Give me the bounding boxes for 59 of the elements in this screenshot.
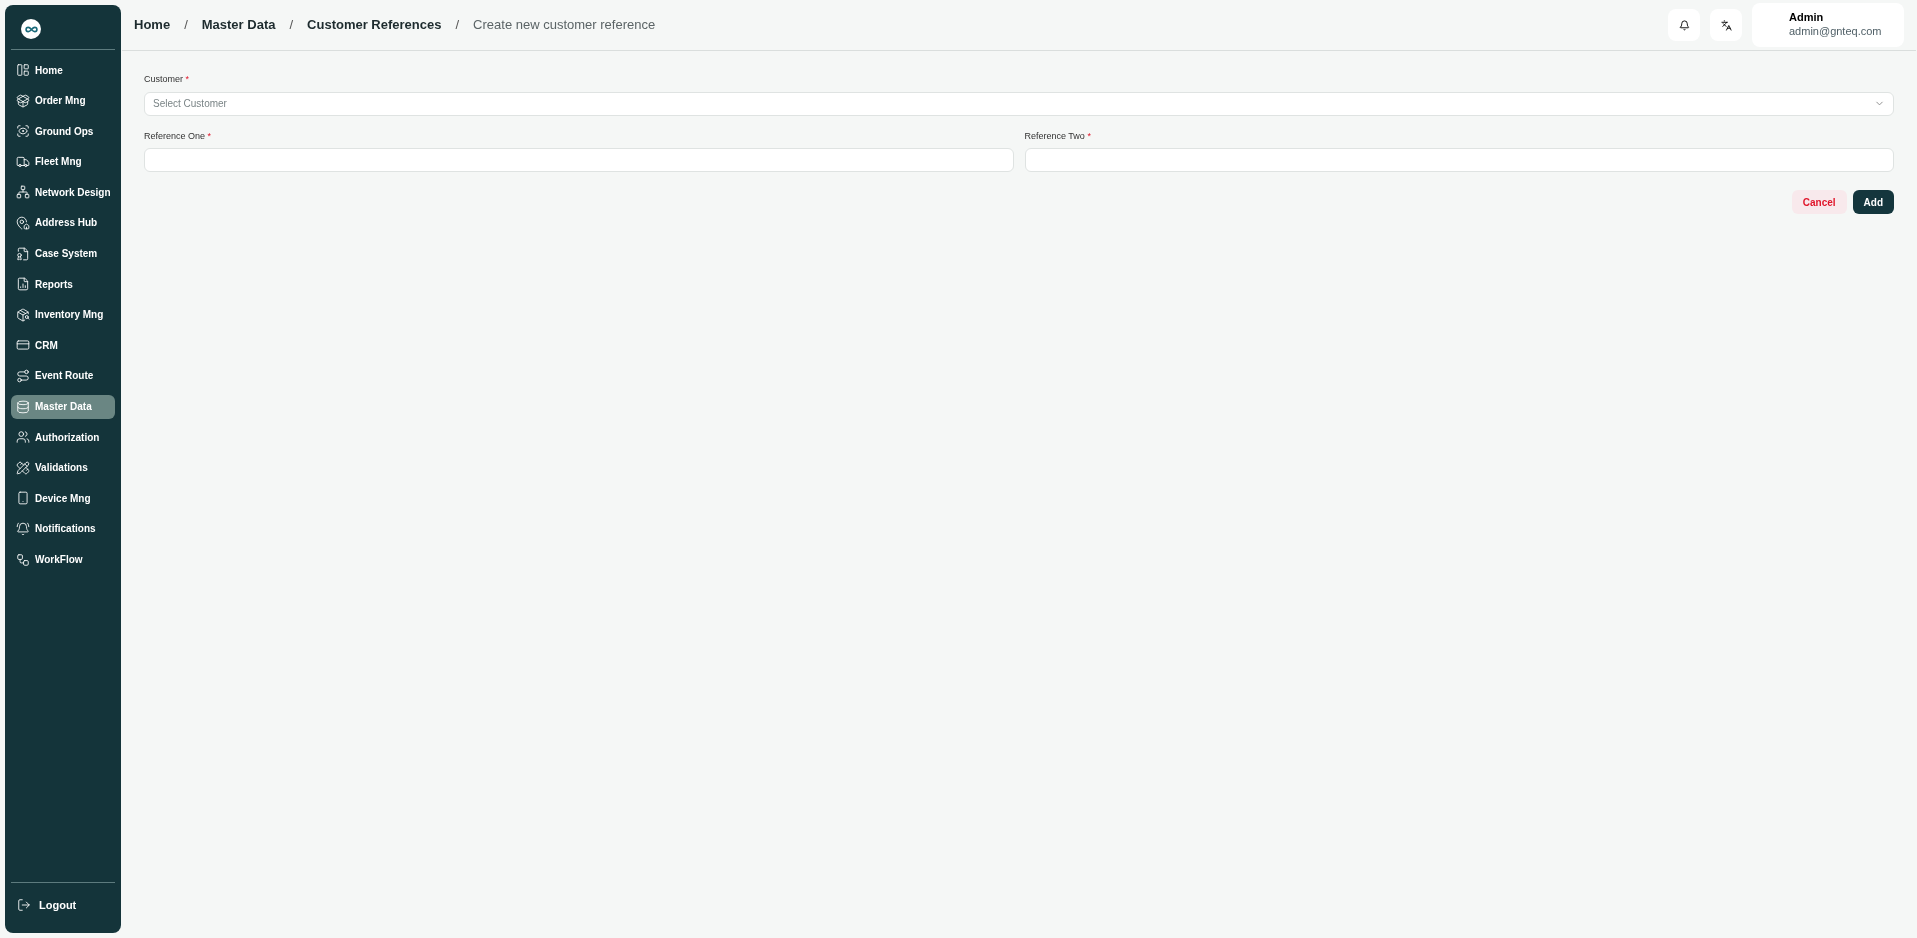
user-email: admin@gnteq.com — [1789, 25, 1883, 39]
add-button[interactable]: Add — [1852, 190, 1894, 214]
text-field[interactable] — [1024, 148, 1894, 172]
user-name: Admin — [1789, 11, 1825, 25]
sidebar-item[interactable]: Device Mng — [11, 486, 115, 511]
cancel-button[interactable]: Cancel — [1791, 190, 1847, 214]
database-icon — [16, 399, 30, 414]
sidebar-item[interactable]: Address Hub — [11, 210, 115, 235]
breadcrumb-link[interactable]: Home — [134, 15, 171, 35]
breadcrumb-link[interactable]: Master Data — [201, 15, 276, 35]
sidebar-item[interactable]: Home — [11, 58, 115, 82]
scan-icon — [16, 124, 30, 139]
user-card[interactable]: Admin admin@gnteq.com — [1752, 3, 1904, 47]
pencil-ruler-icon — [16, 460, 30, 475]
layout-icon — [16, 63, 30, 77]
breadcrumb-separator: / — [184, 16, 188, 35]
logout-icon — [17, 898, 31, 912]
breadcrumb-separator: / — [455, 16, 460, 35]
sidebar-item[interactable]: Notifications — [11, 516, 115, 541]
text-field[interactable] — [144, 148, 1014, 172]
route-icon — [16, 368, 30, 383]
translate-icon — [1720, 19, 1732, 31]
bell-icon — [1678, 19, 1690, 31]
file-chart-icon — [16, 277, 30, 292]
network-icon — [16, 185, 30, 200]
sidebar-item[interactable]: Network Design — [11, 180, 115, 205]
bell-icon — [16, 521, 30, 536]
logout-button[interactable]: Logout — [11, 893, 115, 917]
sidebar-item[interactable]: Validations — [11, 455, 115, 480]
sidebar-item[interactable]: Master Data — [11, 394, 115, 419]
sidebar-item[interactable]: Order Mng — [11, 88, 115, 113]
sidebar-item[interactable]: CRM — [11, 333, 115, 358]
current-page-title: Create new customer reference — [473, 16, 656, 35]
language-button[interactable] — [1710, 9, 1742, 41]
sidebar-item[interactable]: Inventory Mng — [11, 302, 115, 327]
customer-select[interactable]: Select Customer — [144, 91, 1894, 116]
notifications-button[interactable] — [1668, 9, 1700, 41]
field-label: Reference One * — [144, 129, 213, 143]
file-badge-icon — [16, 246, 30, 261]
sidebar-item[interactable]: WorkFlow — [11, 547, 115, 572]
sidebar-item[interactable]: Authorization — [11, 425, 115, 450]
sidebar-item[interactable]: Case System — [11, 241, 115, 266]
card-icon — [16, 338, 30, 353]
field-label: Reference Two * — [1024, 129, 1092, 143]
map-pin-icon — [16, 215, 30, 230]
field-label: Customer * — [144, 73, 191, 86]
truck-icon — [16, 154, 30, 169]
logo-icon — [21, 19, 41, 39]
sidebar-item[interactable]: Event Route — [11, 363, 115, 388]
workflow-icon — [16, 552, 30, 567]
sidebar-item[interactable]: Ground Ops — [11, 119, 115, 144]
sidebar-item[interactable]: Reports — [11, 272, 115, 297]
package-search-icon — [16, 307, 30, 322]
breadcrumb-link[interactable]: Customer References — [307, 15, 442, 35]
users-icon — [16, 430, 30, 445]
package-icon — [16, 93, 30, 108]
phone-icon — [16, 491, 30, 506]
sidebar-item[interactable]: Fleet Mng — [11, 149, 115, 174]
breadcrumb-separator: / — [289, 16, 294, 35]
